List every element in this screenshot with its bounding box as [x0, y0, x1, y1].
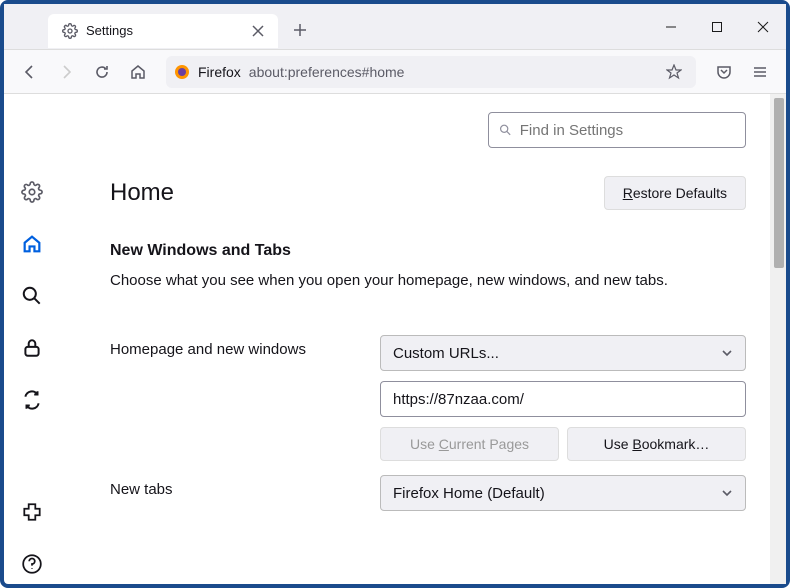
scrollbar-thumb[interactable]	[774, 98, 784, 268]
settings-sidebar	[4, 94, 60, 584]
section-description: Choose what you see when you open your h…	[110, 270, 746, 291]
reload-button[interactable]	[86, 56, 118, 88]
home-button[interactable]	[122, 56, 154, 88]
scrollbar[interactable]: ▲	[770, 94, 786, 584]
homepage-url-input[interactable]	[380, 381, 746, 417]
sidebar-item-home[interactable]	[12, 224, 52, 264]
chevron-down-icon	[721, 487, 733, 499]
url-bar[interactable]: Firefox about:preferences#home	[166, 56, 696, 88]
menu-button[interactable]	[744, 56, 776, 88]
search-icon	[499, 123, 512, 137]
gear-icon	[62, 23, 78, 39]
forward-button[interactable]	[50, 56, 82, 88]
maximize-button[interactable]	[694, 11, 740, 43]
toolbar: Firefox about:preferences#home	[4, 50, 786, 94]
minimize-button[interactable]	[648, 11, 694, 43]
firefox-icon	[174, 64, 190, 80]
sidebar-item-privacy[interactable]	[12, 328, 52, 368]
sidebar-item-sync[interactable]	[12, 380, 52, 420]
bookmark-star-button[interactable]	[660, 58, 688, 86]
tab-title: Settings	[86, 23, 240, 38]
use-current-pages-button[interactable]: Use Current Pages	[380, 427, 559, 461]
chevron-down-icon	[721, 347, 733, 359]
newtabs-label: New tabs	[110, 475, 368, 498]
homepage-select[interactable]: Custom URLs...	[380, 335, 746, 371]
newtabs-select[interactable]: Firefox Home (Default)	[380, 475, 746, 511]
sidebar-item-search[interactable]	[12, 276, 52, 316]
newtabs-select-value: Firefox Home (Default)	[393, 485, 545, 502]
homepage-label: Homepage and new windows	[110, 335, 368, 358]
close-button[interactable]	[740, 11, 786, 43]
sidebar-item-extensions[interactable]	[12, 492, 52, 532]
tab-close-button[interactable]	[248, 21, 268, 41]
settings-main: Home Restore Defaults New Windows and Ta…	[60, 94, 786, 584]
new-tab-button[interactable]	[284, 14, 316, 46]
content-wrapper: Home Restore Defaults New Windows and Ta…	[4, 94, 786, 584]
page-title: Home	[110, 179, 174, 207]
homepage-select-value: Custom URLs...	[393, 345, 499, 362]
browser-tab[interactable]: Settings	[48, 14, 278, 48]
settings-search-input[interactable]	[520, 122, 735, 139]
sidebar-item-general[interactable]	[12, 172, 52, 212]
homepage-setting-row: Homepage and new windows Custom URLs... …	[110, 335, 746, 461]
settings-search[interactable]	[488, 112, 746, 148]
use-bookmark-button[interactable]: Use Bookmark…	[567, 427, 746, 461]
sidebar-item-help[interactable]	[12, 544, 52, 584]
restore-defaults-button[interactable]: Restore Defaults	[604, 176, 746, 210]
back-button[interactable]	[14, 56, 46, 88]
section-title: New Windows and Tabs	[110, 242, 746, 260]
url-path: about:preferences#home	[249, 64, 652, 80]
url-prefix: Firefox	[198, 64, 241, 80]
window-controls	[648, 11, 786, 43]
titlebar: Settings	[4, 4, 786, 50]
newtabs-setting-row: New tabs Firefox Home (Default)	[110, 475, 746, 511]
pocket-button[interactable]	[708, 56, 740, 88]
